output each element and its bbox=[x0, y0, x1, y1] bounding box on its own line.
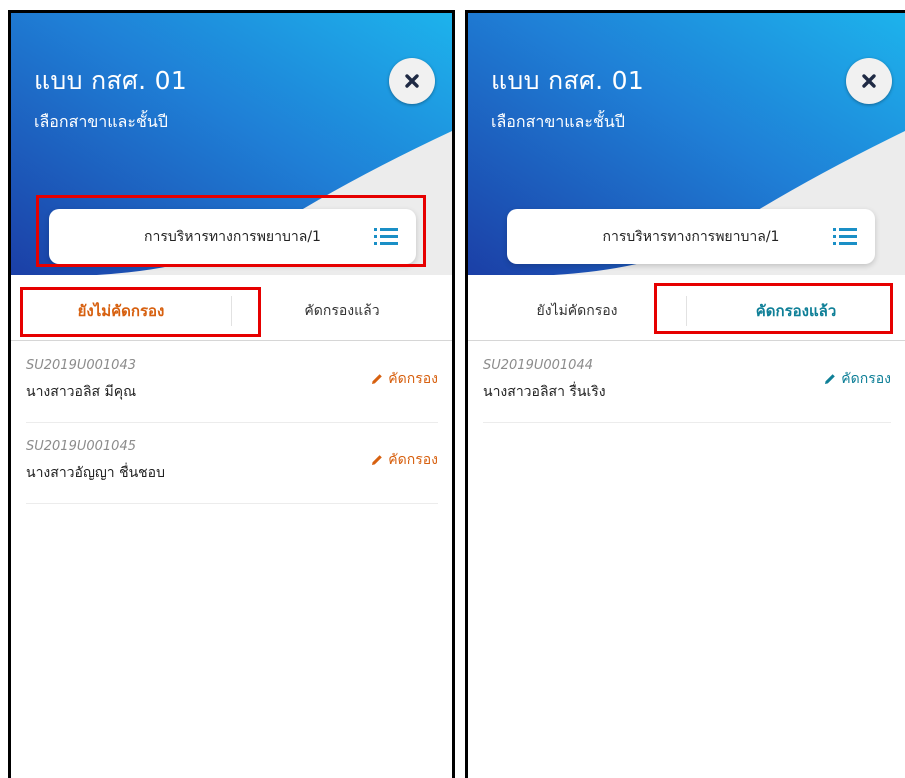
list-item[interactable]: SU2019U001044 นางสาวอลิสา รื่นเริง คัดกร… bbox=[483, 348, 891, 423]
close-button[interactable] bbox=[846, 58, 892, 104]
program-selector[interactable]: การบริหารทางการพยาบาล/1 bbox=[49, 209, 416, 264]
page-title: แบบ กสศ. 01 bbox=[491, 66, 645, 95]
page-title: แบบ กสศ. 01 bbox=[34, 66, 188, 95]
page-subtitle: เลือกสาขาและชั้นปี bbox=[34, 112, 168, 131]
program-selector[interactable]: การบริหารทางการพยาบาล/1 bbox=[507, 209, 875, 264]
tab-not-screened[interactable]: ยังไม่คัดกรอง bbox=[468, 282, 686, 340]
screen-action-label: คัดกรอง bbox=[388, 371, 438, 387]
student-code: SU2019U001045 bbox=[26, 439, 136, 454]
screen-action-label: คัดกรอง bbox=[841, 371, 891, 387]
screen-panel-right: แบบ กสศ. 01 เลือกสาขาและชั้นปี การบริหาร… bbox=[465, 10, 905, 778]
tab-bar: ยังไม่คัดกรอง คัดกรองแล้ว bbox=[11, 282, 452, 341]
close-icon bbox=[862, 74, 876, 88]
close-button[interactable] bbox=[389, 58, 435, 104]
screen-action-label: คัดกรอง bbox=[388, 452, 438, 468]
list-icon bbox=[833, 228, 857, 245]
pencil-icon bbox=[372, 455, 383, 465]
tab-bar: ยังไม่คัดกรอง คัดกรองแล้ว bbox=[468, 282, 905, 341]
close-icon bbox=[405, 74, 419, 88]
screen-action-button[interactable]: คัดกรอง bbox=[824, 368, 891, 390]
tab-not-screened[interactable]: ยังไม่คัดกรอง bbox=[11, 282, 231, 340]
list-item[interactable]: SU2019U001045 นางสาวอัญญา ชื่นชอบ คัดกรอ… bbox=[26, 429, 438, 504]
program-selector-label: การบริหารทางการพยาบาล/1 bbox=[144, 228, 321, 245]
pencil-icon bbox=[825, 374, 836, 384]
student-code: SU2019U001044 bbox=[483, 358, 593, 373]
list-item[interactable]: SU2019U001043 นางสาวอลิส มีคุณ คัดกรอง bbox=[26, 348, 438, 423]
page-subtitle: เลือกสาขาและชั้นปี bbox=[491, 112, 625, 131]
screen-action-button[interactable]: คัดกรอง bbox=[371, 368, 438, 390]
program-selector-label: การบริหารทางการพยาบาล/1 bbox=[602, 228, 780, 245]
list-icon bbox=[374, 228, 398, 245]
student-name: นางสาวอลิสา รื่นเริง bbox=[483, 384, 606, 400]
student-name: นางสาวอัญญา ชื่นชอบ bbox=[26, 465, 165, 481]
pencil-icon bbox=[372, 374, 383, 384]
screen-panel-left: แบบ กสศ. 01 เลือกสาขาและชั้นปี การบริหาร… bbox=[8, 10, 455, 778]
tab-screened[interactable]: คัดกรองแล้ว bbox=[687, 282, 905, 340]
student-name: นางสาวอลิส มีคุณ bbox=[26, 384, 137, 400]
tab-screened[interactable]: คัดกรองแล้ว bbox=[232, 282, 452, 340]
student-code: SU2019U001043 bbox=[26, 358, 136, 373]
screen-action-button[interactable]: คัดกรอง bbox=[371, 449, 438, 471]
